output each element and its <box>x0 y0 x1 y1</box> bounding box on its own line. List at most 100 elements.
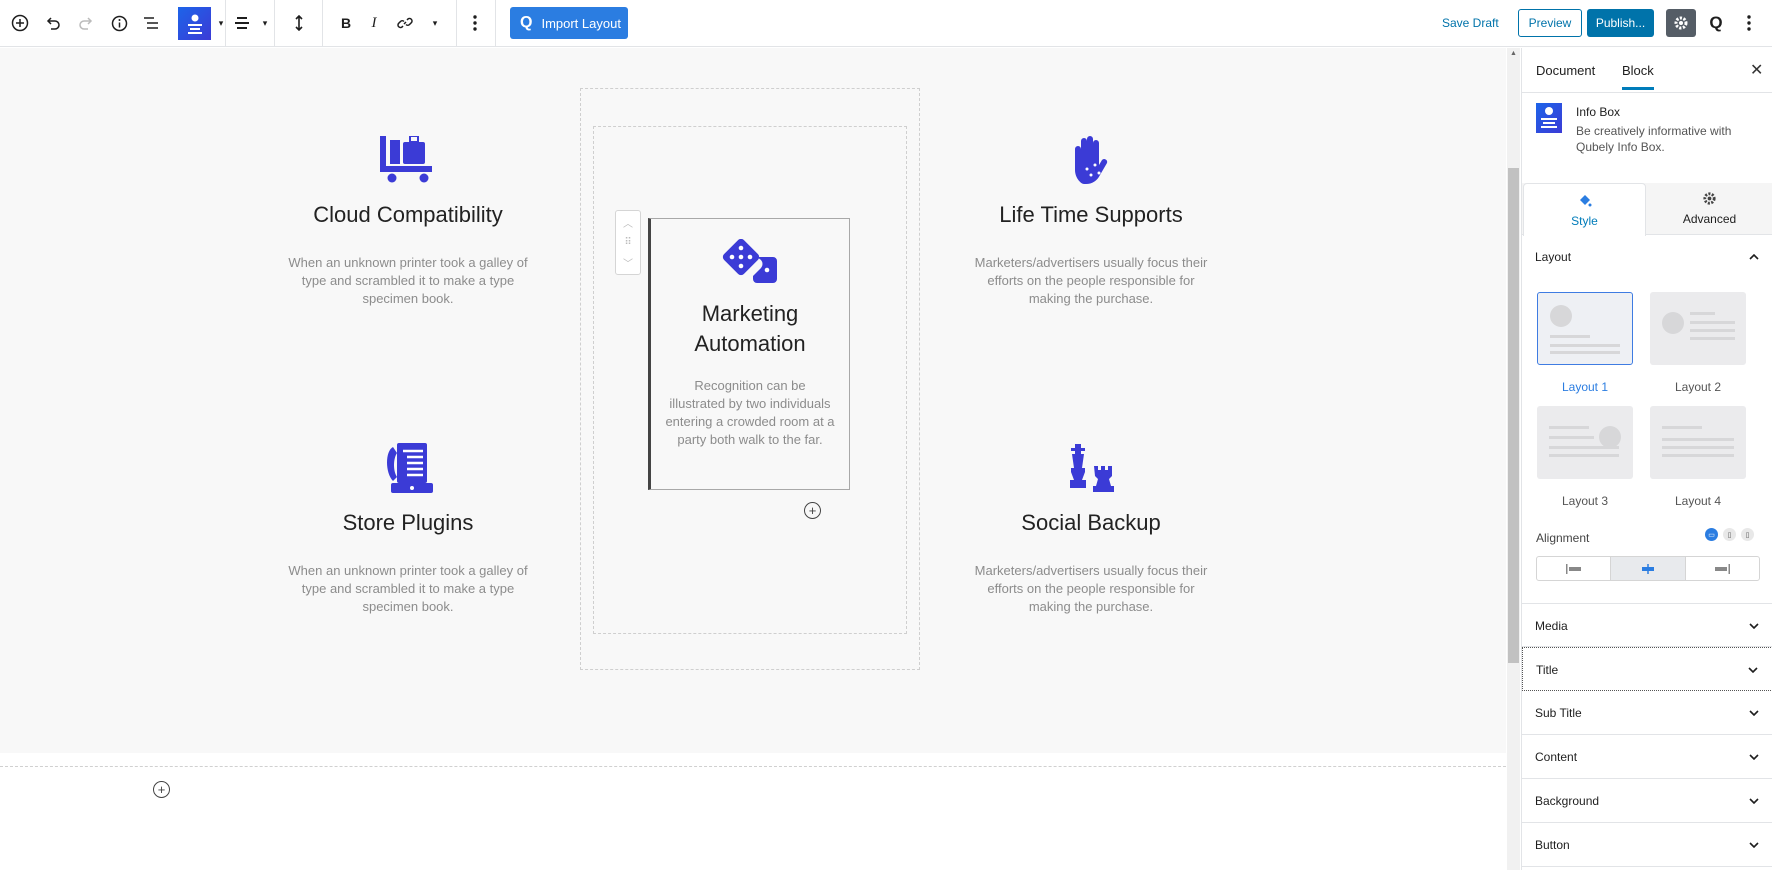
panel-title: Content <box>1535 750 1578 764</box>
layout-option-1-label: Layout 1 <box>1561 380 1609 394</box>
settings-sidebar: Document Block ✕ Info Box Be creatively … <box>1521 48 1772 870</box>
chevron-down-icon[interactable]: ▾ <box>424 12 446 34</box>
panel-button[interactable]: Button <box>1522 823 1772 867</box>
panel-content[interactable]: Content <box>1522 735 1772 779</box>
mobile-icon[interactable]: ▯ <box>1741 528 1754 541</box>
add-block-inline-icon[interactable]: + <box>804 502 821 519</box>
block-type-button[interactable] <box>178 7 211 40</box>
panel-title-section[interactable]: Title <box>1522 647 1772 691</box>
italic-button[interactable]: I <box>363 12 385 34</box>
desktop-icon[interactable]: ▭ <box>1705 528 1718 541</box>
move-down-icon[interactable]: ﹀ <box>623 255 633 270</box>
luggage-cart-icon <box>288 130 528 190</box>
layout-option-3[interactable] <box>1537 406 1633 479</box>
feature-title: Store Plugins <box>342 510 474 535</box>
canvas-scrollbar[interactable]: ▲ <box>1507 48 1520 870</box>
chevron-down-icon[interactable] <box>1749 793 1759 807</box>
info-box-social-backup[interactable]: Social Backup Marketers/advertisers usua… <box>971 438 1211 616</box>
hand-sparkles-icon <box>971 130 1211 190</box>
chess-icon <box>971 438 1211 498</box>
publish-button[interactable]: Publish... <box>1587 9 1654 37</box>
panel-title: Button <box>1535 838 1570 852</box>
link-icon[interactable] <box>394 12 416 34</box>
layout-option-1[interactable] <box>1537 292 1633 365</box>
paint-bucket-icon <box>1524 192 1645 212</box>
undo-icon[interactable] <box>42 12 64 34</box>
block-mover[interactable]: ︿ ⠿ ﹀ <box>615 210 641 275</box>
add-block-icon[interactable] <box>9 12 31 34</box>
alignment-label: Alignment <box>1536 531 1590 545</box>
layout-option-3-label: Layout 3 <box>1561 494 1609 508</box>
drag-handle-icon[interactable]: ⠿ <box>624 237 631 248</box>
vertical-align-icon[interactable] <box>288 12 310 34</box>
layout-option-2-label: Layout 2 <box>1674 380 1722 394</box>
info-box-store-plugins[interactable]: Store Plugins When an unknown printer to… <box>288 438 528 616</box>
bold-button[interactable]: B <box>335 12 357 34</box>
align-right-button[interactable] <box>1686 557 1759 580</box>
feature-title: Cloud Compatibility <box>313 202 503 227</box>
more-options-icon[interactable] <box>464 12 486 34</box>
redo-icon[interactable] <box>75 12 97 34</box>
panel-layout[interactable]: Layout <box>1522 235 1772 279</box>
move-up-icon[interactable]: ︿ <box>623 215 633 230</box>
more-menu-icon[interactable] <box>1738 12 1760 34</box>
gear-icon <box>1648 191 1771 210</box>
chevron-down-icon[interactable] <box>1749 749 1759 763</box>
panel-media[interactable]: Media <box>1522 603 1772 647</box>
preview-button[interactable]: Preview <box>1518 9 1582 37</box>
chevron-down-icon[interactable]: ▾ <box>254 12 276 34</box>
feature-description: Marketers/advertisers usually focus thei… <box>974 255 1208 306</box>
sidebar-tabs: Document Block ✕ <box>1522 48 1772 93</box>
tablet-icon[interactable]: ▯ <box>1723 528 1736 541</box>
panel-title: Layout <box>1535 250 1572 264</box>
tab-advanced[interactable]: Advanced <box>1648 183 1771 235</box>
alignment-control <box>1536 556 1760 581</box>
info-box-marketing-automation[interactable]: Marketing Automation Recognition can be … <box>648 218 850 490</box>
scroll-up-arrow-icon[interactable]: ▲ <box>1510 50 1517 57</box>
chevron-down-icon[interactable] <box>1749 705 1759 719</box>
feature-description: Marketers/advertisers usually focus thei… <box>974 563 1208 614</box>
close-icon[interactable]: ✕ <box>1750 60 1763 80</box>
save-draft-button[interactable]: Save Draft <box>1442 16 1499 30</box>
fax-icon <box>288 438 528 498</box>
chevron-down-icon[interactable]: ▾ <box>210 12 232 34</box>
add-block-bottom-icon[interactable]: + <box>153 781 170 798</box>
align-center-button[interactable] <box>1611 557 1686 580</box>
tab-style-label: Style <box>1571 214 1598 228</box>
tab-style[interactable]: Style <box>1523 183 1646 236</box>
import-layout-button[interactable]: Q Import Layout <box>510 7 628 39</box>
dice-icon <box>651 239 849 287</box>
scrollbar-thumb[interactable] <box>1508 168 1519 663</box>
block-description: Be creatively informative with Qubely In… <box>1576 124 1732 154</box>
info-box-block-icon <box>1536 103 1562 133</box>
info-box-life-time-supports[interactable]: Life Time Supports Marketers/advertisers… <box>971 130 1211 308</box>
chevron-up-icon[interactable] <box>1749 249 1759 263</box>
info-icon[interactable] <box>108 12 130 34</box>
chevron-down-icon[interactable] <box>1749 837 1759 851</box>
align-left-button[interactable] <box>1537 557 1612 580</box>
info-box-cloud-compatibility[interactable]: Cloud Compatibility When an unknown prin… <box>288 130 528 308</box>
panel-title: Media <box>1535 619 1568 633</box>
tab-block[interactable]: Block <box>1622 63 1654 90</box>
align-center-icon[interactable] <box>231 12 253 34</box>
toolbar-divider <box>456 0 457 47</box>
layout-option-4-label: Layout 4 <box>1674 494 1722 508</box>
block-title: Marketing Automation <box>694 301 806 356</box>
chevron-down-icon[interactable] <box>1749 618 1759 632</box>
settings-gear-icon[interactable] <box>1666 9 1696 37</box>
toolbar-divider <box>322 0 323 47</box>
feature-description: When an unknown printer took a galley of… <box>288 563 528 614</box>
toolbar-divider <box>225 0 226 47</box>
feature-description: When an unknown printer took a galley of… <box>288 255 528 306</box>
responsive-device-switcher: ▭ ▯ ▯ <box>1705 528 1754 541</box>
layout-option-2[interactable] <box>1650 292 1746 365</box>
qubely-icon[interactable]: Q <box>1705 12 1727 34</box>
list-view-icon[interactable] <box>140 12 162 34</box>
tab-document[interactable]: Document <box>1536 63 1595 78</box>
panel-background[interactable]: Background <box>1522 779 1772 823</box>
chevron-down-icon[interactable] <box>1748 662 1758 676</box>
layout-option-4[interactable] <box>1650 406 1746 479</box>
style-advanced-tabs: Style Advanced <box>1522 183 1772 236</box>
panel-sub-title[interactable]: Sub Title <box>1522 691 1772 735</box>
panel-title: Title <box>1536 663 1559 677</box>
